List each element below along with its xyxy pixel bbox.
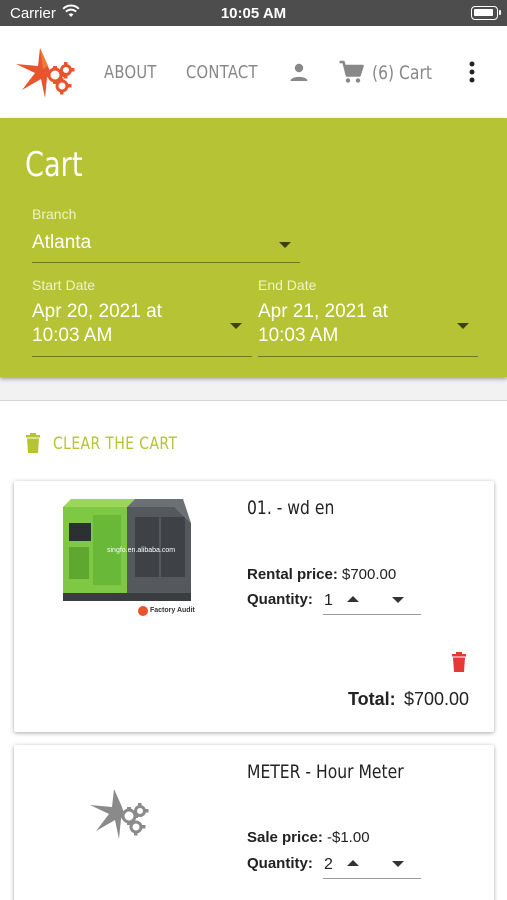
price-value: -$1.00	[327, 829, 370, 846]
placeholder-logo[interactable]	[84, 785, 159, 850]
end-date-picker[interactable]: Apr 21, 2021 at 10:03 AM	[258, 298, 478, 356]
quantity-label: Quantity:	[247, 855, 313, 872]
page-title: Cart	[25, 145, 83, 185]
quantity-underline	[323, 878, 421, 879]
start-date-value-line2: 10:03 AM	[32, 325, 113, 346]
clear-cart-label: CLEAR THE CART	[53, 434, 178, 454]
branch-label: Branch	[32, 206, 77, 222]
starburst-gears-logo-icon[interactable]	[10, 42, 76, 102]
chevron-down-icon	[230, 323, 242, 329]
start-date-value-line1: Apr 20, 2021 at	[32, 301, 162, 322]
branch-underline	[32, 262, 300, 263]
end-date-underline	[258, 356, 478, 357]
quantity-value: 1	[324, 592, 333, 609]
battery-icon	[471, 6, 501, 20]
chevron-up-icon[interactable]	[347, 596, 359, 602]
item-name: METER - Hour Meter	[247, 761, 404, 783]
total-label: Total:	[348, 689, 396, 709]
chevron-down-icon	[279, 242, 291, 248]
quantity-label: Quantity:	[247, 591, 313, 608]
start-date-picker[interactable]: Apr 20, 2021 at 10:03 AM	[32, 298, 252, 356]
image-badge: Factory Audit	[150, 607, 195, 614]
chevron-down-icon[interactable]	[392, 861, 404, 867]
top-nav: ABOUT CONTACT (6) Cart	[0, 26, 507, 118]
end-date-value-line2: 10:03 AM	[258, 325, 339, 346]
nav-contact-link[interactable]: CONTACT	[186, 62, 258, 83]
chevron-down-icon	[457, 323, 469, 329]
price-label: Sale price:	[247, 829, 323, 846]
item-name: 01. - wd en	[247, 497, 335, 519]
price-label: Rental price:	[247, 566, 338, 583]
start-date-underline	[32, 356, 252, 357]
trash-icon[interactable]	[451, 652, 467, 672]
quantity-stepper[interactable]: 1	[323, 585, 421, 615]
start-date-label: Start Date	[32, 277, 96, 293]
total-value: $700.00	[404, 689, 470, 709]
status-bar: Carrier 10:05 AM	[0, 0, 507, 26]
quantity-value: 2	[324, 856, 333, 873]
branch-select[interactable]: Atlanta	[32, 228, 300, 264]
image-watermark: singfo.en.alibaba.com	[107, 547, 176, 554]
shopping-cart-icon[interactable]	[338, 59, 364, 85]
branch-value: Atlanta	[32, 232, 92, 253]
end-date-value-line1: Apr 21, 2021 at	[258, 301, 388, 322]
trash-icon	[25, 433, 41, 453]
person-icon[interactable]	[287, 60, 311, 84]
product-image[interactable]: singfo.en.alibaba.com Factory Audit	[57, 487, 195, 622]
cart-header-panel: Cart Branch Atlanta Start Date Apr 20, 2…	[0, 118, 507, 377]
cart-link-label[interactable]: (6) Cart	[372, 62, 432, 84]
nav-about-link[interactable]: ABOUT	[104, 62, 157, 83]
chevron-up-icon[interactable]	[347, 860, 359, 866]
clear-cart-button[interactable]: CLEAR THE CART	[20, 427, 180, 459]
cart-item-card: METER - Hour Meter Sale price: -$1.00 Qu…	[14, 745, 494, 900]
price-value: $700.00	[342, 566, 397, 583]
quantity-underline	[323, 614, 421, 615]
clock: 10:05 AM	[220, 5, 287, 22]
end-date-label: End Date	[258, 277, 317, 293]
quantity-stepper[interactable]: 2	[323, 849, 421, 879]
cart-item-card: singfo.en.alibaba.com Factory Audit 01. …	[14, 481, 494, 732]
more-vert-icon[interactable]	[462, 58, 482, 86]
chevron-down-icon[interactable]	[392, 597, 404, 603]
